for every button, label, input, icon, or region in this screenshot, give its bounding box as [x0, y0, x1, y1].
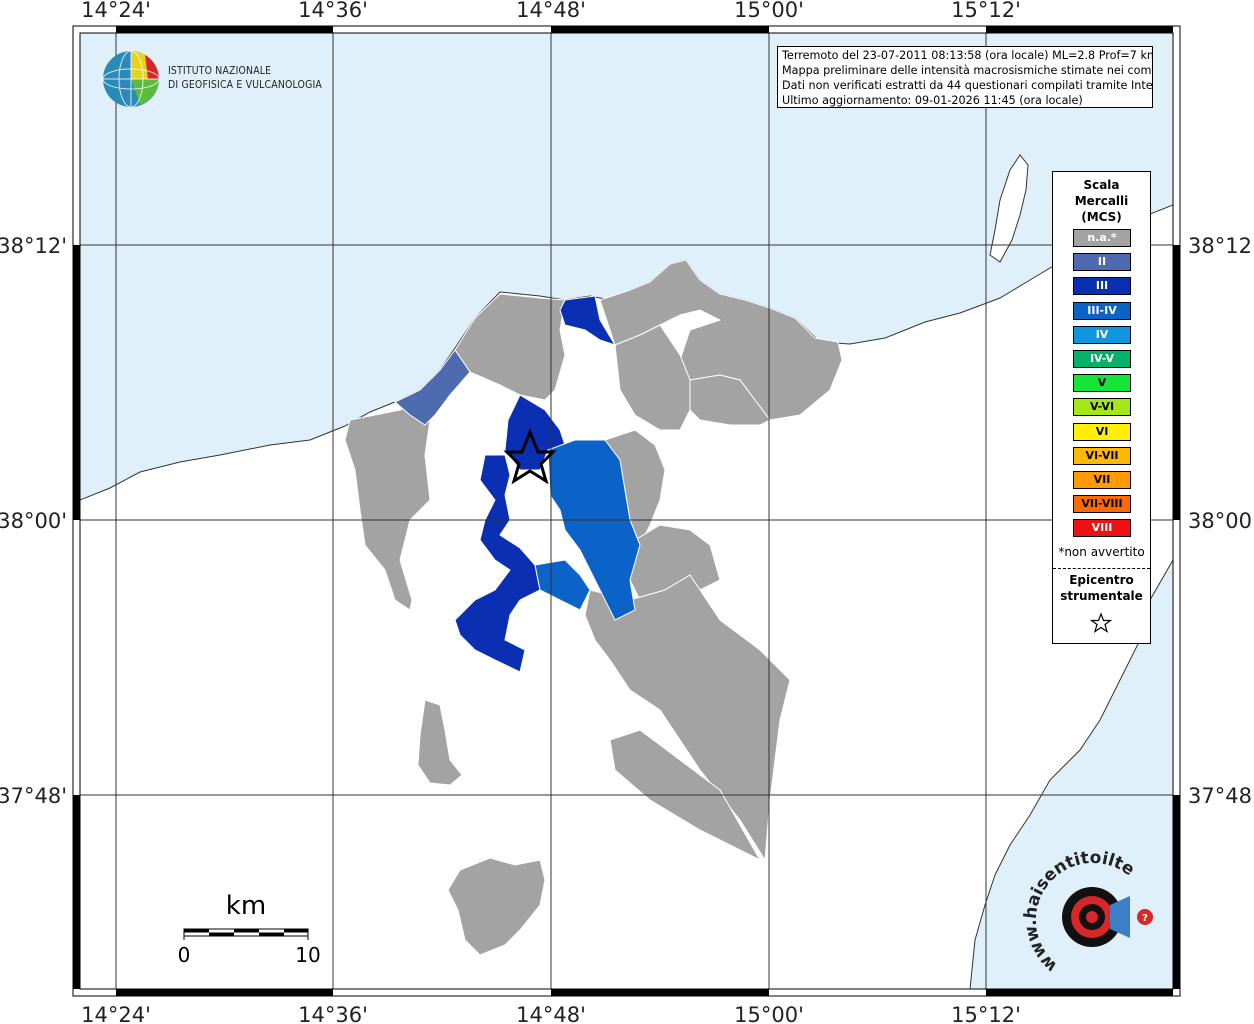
info-line-2: Mappa preliminare delle intensità macros…: [782, 64, 1153, 77]
legend-title-line-1: Scala: [1083, 178, 1120, 192]
svg-text:14°24': 14°24': [81, 1003, 151, 1024]
svg-text:15°00': 15°00': [734, 0, 804, 22]
svg-text:38°12': 38°12': [1188, 234, 1254, 258]
svg-text:15°00': 15°00': [734, 1003, 804, 1024]
svg-text:14°24': 14°24': [81, 0, 151, 22]
scale-end: 10: [295, 943, 320, 967]
legend-epicenter-line-2: strumentale: [1060, 589, 1143, 603]
svg-text:14°48': 14°48': [516, 1003, 586, 1024]
event-info-box: Terremoto del 23-07-2011 08:13:58 (ora l…: [777, 46, 1153, 108]
legend-swatch-n-a: n.a.*: [1073, 229, 1131, 247]
svg-text:38°00': 38°00': [1188, 509, 1254, 533]
institute-name: ISTITUTO NAZIONALE DI GEOFISICA E VULCAN…: [168, 64, 322, 92]
info-line-4: Ultimo aggiornamento: 09-01-2026 11:45 (…: [782, 94, 1083, 107]
legend-star-icon: [1089, 612, 1113, 633]
svg-text:38°12': 38°12': [0, 234, 67, 258]
svg-text:14°36': 14°36': [298, 1003, 368, 1024]
legend-swatch-v-vi: V-VI: [1073, 398, 1131, 417]
legend-swatch-viii: VIII: [1073, 519, 1131, 538]
svg-text:38°00': 38°00': [0, 509, 67, 533]
institute-line-2: DI GEOFISICA E VULCANOLOGIA: [168, 78, 323, 91]
svg-text:15°12': 15°12': [951, 0, 1021, 22]
info-line-3: Dati non verificati estratti da 44 quest…: [782, 79, 1153, 92]
legend-swatch-iii-iv: III-IV: [1073, 301, 1131, 320]
legend-swatch-iii: III: [1073, 277, 1131, 296]
legend-epicenter-line-1: Epicentro: [1069, 573, 1134, 587]
legend-swatch-iv-v: IV-V: [1073, 350, 1131, 368]
legend-separator: [1053, 568, 1150, 569]
legend-title-line-3: (MCS): [1081, 210, 1122, 224]
latitude-labels-left: 38°12' 38°00' 37°48': [0, 234, 67, 808]
institute-line-1: ISTITUTO NAZIONALE: [168, 64, 272, 77]
scale-unit: km: [226, 891, 266, 921]
longitude-labels-bottom: 14°24' 14°36' 14°48' 15°00' 15°12': [81, 1003, 1021, 1024]
legend-swatch-vii-viii: VII-VIII: [1073, 495, 1131, 514]
legend-title: Scala Mercalli (MCS): [1053, 177, 1150, 225]
legend-swatch-vi: VI: [1073, 422, 1131, 441]
legend-note: *non avvertito: [1058, 545, 1145, 559]
scale-start: 0: [178, 943, 191, 967]
legend-swatch-iv: IV: [1073, 325, 1131, 344]
legend-epicenter-label: Epicentro strumentale: [1053, 572, 1150, 604]
svg-text:37°48': 37°48': [1188, 784, 1254, 808]
svg-text:14°48': 14°48': [516, 0, 586, 22]
info-line-1: Terremoto del 23-07-2011 08:13:58 (ora l…: [782, 49, 1153, 62]
svg-text:?: ?: [1142, 913, 1148, 924]
svg-text:37°48': 37°48': [0, 784, 67, 808]
legend-swatch-v: V: [1073, 374, 1131, 393]
legend-swatch-vii: VII: [1073, 471, 1131, 489]
latitude-labels-right: 38°12' 38°00' 37°48': [1188, 234, 1254, 808]
legend-swatch-vi-vii: VI-VII: [1073, 446, 1131, 465]
legend-swatch-ii: II: [1073, 253, 1131, 272]
svg-text:14°36': 14°36': [298, 0, 368, 22]
intensity-legend: Scala Mercalli (MCS) n.a.* II III III-IV IV I…: [1052, 171, 1151, 644]
legend-title-line-2: Mercalli: [1074, 194, 1129, 208]
longitude-labels-top: 14°24' 14°36' 14°48' 15°00' 15°12': [81, 0, 1021, 22]
ingv-logo-icon: [102, 50, 160, 108]
svg-text:15°12': 15°12': [951, 1003, 1021, 1024]
